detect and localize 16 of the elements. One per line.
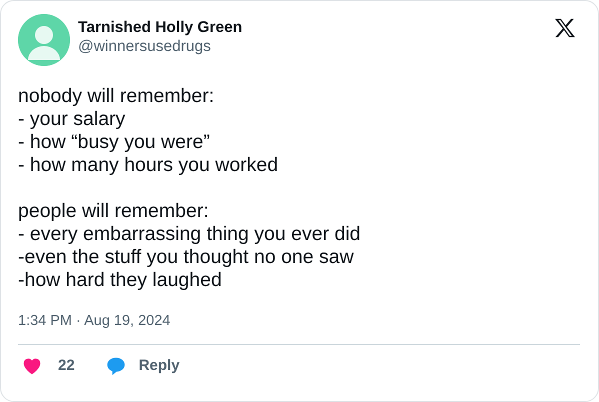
tweet-text-line: -even the stuff you thought no one saw (18, 246, 355, 269)
tweet-text-line: nobody will remember: (18, 85, 216, 108)
speech-bubble-icon[interactable] (104, 355, 127, 377)
author-name: Tarnished Holly Green (78, 18, 244, 37)
author-handle: @winnersusedrugs (78, 37, 212, 56)
tweet-text-line: - how “busy you were” (18, 131, 211, 154)
like-count: 22 (58, 356, 75, 376)
tweet-text-line: - how many hours you worked (18, 154, 280, 177)
tweet-text-line: people will remember: (18, 200, 210, 223)
tweet-timestamp[interactable]: 1:34 PM · Aug 19, 2024 (18, 311, 580, 333)
reply-link[interactable]: Reply (138, 354, 180, 378)
x-logo-icon[interactable] (554, 18, 576, 38)
tweet-text-line: -how hard they laughed (18, 269, 223, 292)
tweet-text-line: - your salary (18, 108, 126, 131)
tweet-text-line: - every embarrassing thing you ever did (18, 223, 362, 246)
avatar (18, 14, 70, 66)
